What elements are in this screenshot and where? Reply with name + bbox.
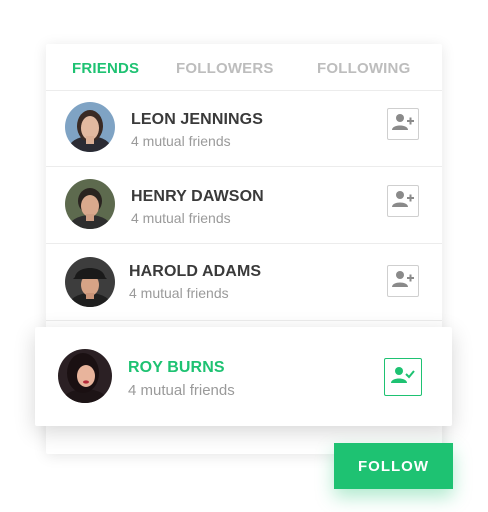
person-check-icon — [391, 366, 415, 389]
mutual-friends-count: 4 mutual friends — [129, 285, 229, 301]
tab-bar: FRIENDS FOLLOWERS FOLLOWING — [46, 44, 442, 91]
friend-name[interactable]: LEON JENNINGS — [131, 111, 263, 129]
add-friend-button[interactable] — [387, 265, 419, 297]
selected-friend-row[interactable]: ROY BURNS 4 mutual friends — [35, 327, 452, 426]
friend-name[interactable]: HENRY DAWSON — [131, 188, 264, 206]
friend-added-button[interactable] — [384, 358, 422, 396]
mutual-friends-count: 4 mutual friends — [128, 382, 235, 399]
mutual-friends-count: 4 mutual friends — [131, 133, 231, 149]
friend-name[interactable]: HAROLD ADAMS — [129, 263, 261, 281]
follow-button[interactable]: FOLLOW — [334, 443, 453, 489]
person-add-icon — [392, 113, 414, 136]
avatar — [65, 102, 115, 152]
person-add-icon — [392, 190, 414, 213]
friend-row: LEON JENNINGS 4 mutual friends — [46, 90, 442, 167]
add-friend-button[interactable] — [387, 185, 419, 217]
friend-row: HENRY DAWSON 4 mutual friends — [46, 167, 442, 244]
avatar — [58, 349, 112, 403]
add-friend-button[interactable] — [387, 108, 419, 140]
avatar — [65, 257, 115, 307]
person-add-icon — [392, 270, 414, 293]
friend-row: HAROLD ADAMS 4 mutual friends — [46, 244, 442, 321]
selected-friend-name[interactable]: ROY BURNS — [128, 359, 225, 377]
avatar — [65, 179, 115, 229]
tab-followers[interactable]: FOLLOWERS — [176, 60, 274, 77]
mutual-friends-count: 4 mutual friends — [131, 210, 231, 226]
tab-following[interactable]: FOLLOWING — [317, 60, 410, 77]
tab-friends[interactable]: FRIENDS — [72, 60, 139, 77]
